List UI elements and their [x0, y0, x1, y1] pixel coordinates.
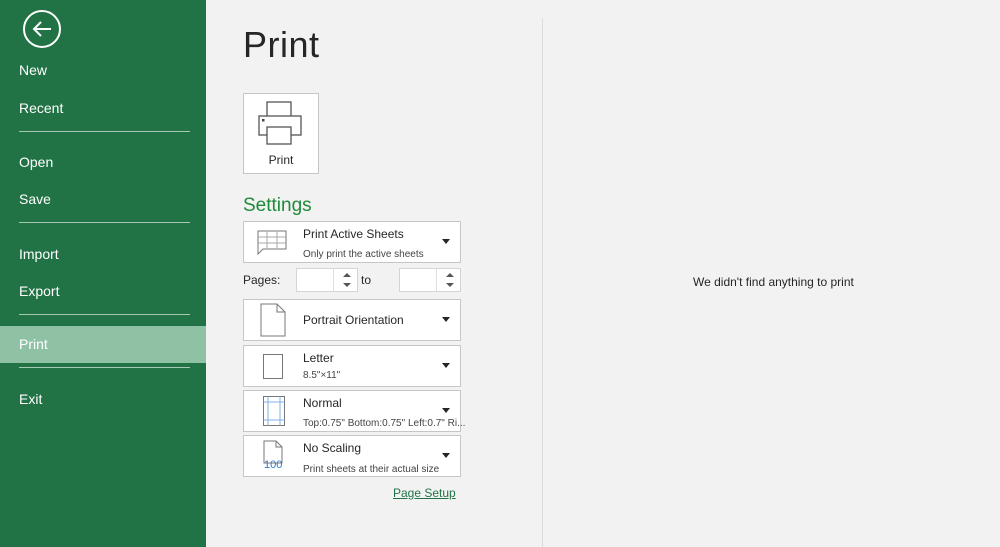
preview-message: We didn't find anything to print — [693, 275, 854, 289]
sidebar-item-export[interactable]: Export — [0, 273, 206, 310]
pages-from-increment[interactable] — [341, 270, 353, 280]
chevron-up-icon — [343, 273, 351, 277]
sidebar-divider — [19, 367, 190, 368]
dropdown-arrow-icon — [442, 408, 450, 413]
print-what-title: Print Active Sheets — [303, 227, 404, 241]
print-what-dropdown[interactable]: Print Active Sheets Only print the activ… — [243, 221, 461, 263]
settings-heading: Settings — [243, 195, 312, 216]
orientation-dropdown[interactable]: Portrait Orientation — [243, 299, 461, 341]
sidebar-divider — [19, 131, 190, 132]
sidebar-item-open[interactable]: Open — [0, 144, 206, 181]
paper-size-icon — [263, 354, 283, 379]
sheet-grid-icon — [257, 230, 287, 256]
dropdown-arrow-icon — [442, 317, 450, 322]
paper-size-subtitle: 8.5"×11" — [303, 370, 341, 381]
printer-icon — [258, 101, 302, 145]
sidebar-item-print[interactable]: Print — [0, 326, 206, 363]
sidebar-item-exit[interactable]: Exit — [0, 381, 206, 418]
margins-icon — [263, 396, 285, 426]
stepper-divider — [333, 269, 334, 291]
scaling-100-icon: 100 — [264, 459, 283, 471]
page-title: Print — [243, 24, 320, 65]
pages-to-input[interactable] — [400, 269, 436, 291]
pages-label: Pages: — [243, 273, 281, 287]
pages-from-stepper[interactable] — [296, 268, 358, 292]
scaling-dropdown[interactable]: 100 No Scaling Print sheets at their act… — [243, 435, 461, 477]
pages-to-stepper[interactable] — [399, 268, 461, 292]
stepper-divider — [436, 269, 437, 291]
scaling-subtitle: Print sheets at their actual size — [303, 464, 440, 475]
dropdown-arrow-icon — [442, 363, 450, 368]
portrait-page-icon — [260, 303, 286, 337]
chevron-up-icon — [446, 273, 454, 277]
margins-title: Normal — [303, 396, 342, 410]
back-button[interactable] — [23, 10, 61, 48]
dropdown-arrow-icon — [442, 453, 450, 458]
print-panel: Print Print Settings Print Active Sheets… — [206, 0, 1000, 547]
backstage-sidebar: New Recent Open Save Import Export Print… — [0, 0, 206, 547]
pages-to-increment[interactable] — [444, 270, 456, 280]
margins-dropdown[interactable]: Normal Top:0.75" Bottom:0.75" Left:0.7" … — [243, 390, 465, 432]
print-button[interactable]: Print — [243, 93, 319, 174]
chevron-down-icon — [446, 283, 454, 287]
pages-to-label: to — [361, 273, 372, 287]
sidebar-divider — [19, 314, 190, 315]
scaling-title: No Scaling — [303, 441, 362, 455]
pages-range: Pages: to — [243, 268, 461, 292]
margins-subtitle: Top:0.75" Bottom:0.75" Left:0.7" Ri... — [303, 418, 466, 429]
page-setup-link[interactable]: Page Setup — [393, 486, 456, 500]
sidebar-item-new[interactable]: New — [0, 52, 206, 89]
print-what-subtitle: Only print the active sheets — [303, 249, 424, 260]
sidebar-item-import[interactable]: Import — [0, 236, 206, 273]
chevron-down-icon — [343, 283, 351, 287]
paper-size-title: Letter — [303, 351, 334, 365]
sidebar-item-save[interactable]: Save — [0, 181, 206, 218]
sidebar-divider — [19, 222, 190, 223]
sidebar-item-recent[interactable]: Recent — [0, 90, 206, 127]
print-button-label: Print — [268, 153, 294, 167]
pages-from-input[interactable] — [297, 269, 333, 291]
dropdown-arrow-icon — [442, 239, 450, 244]
pages-from-decrement[interactable] — [341, 280, 353, 290]
paper-size-dropdown[interactable]: Letter 8.5"×11" — [243, 345, 461, 387]
preview-divider — [542, 18, 543, 547]
arrow-left-icon — [32, 21, 51, 37]
pages-to-decrement[interactable] — [444, 280, 456, 290]
orientation-title: Portrait Orientation — [303, 313, 404, 327]
